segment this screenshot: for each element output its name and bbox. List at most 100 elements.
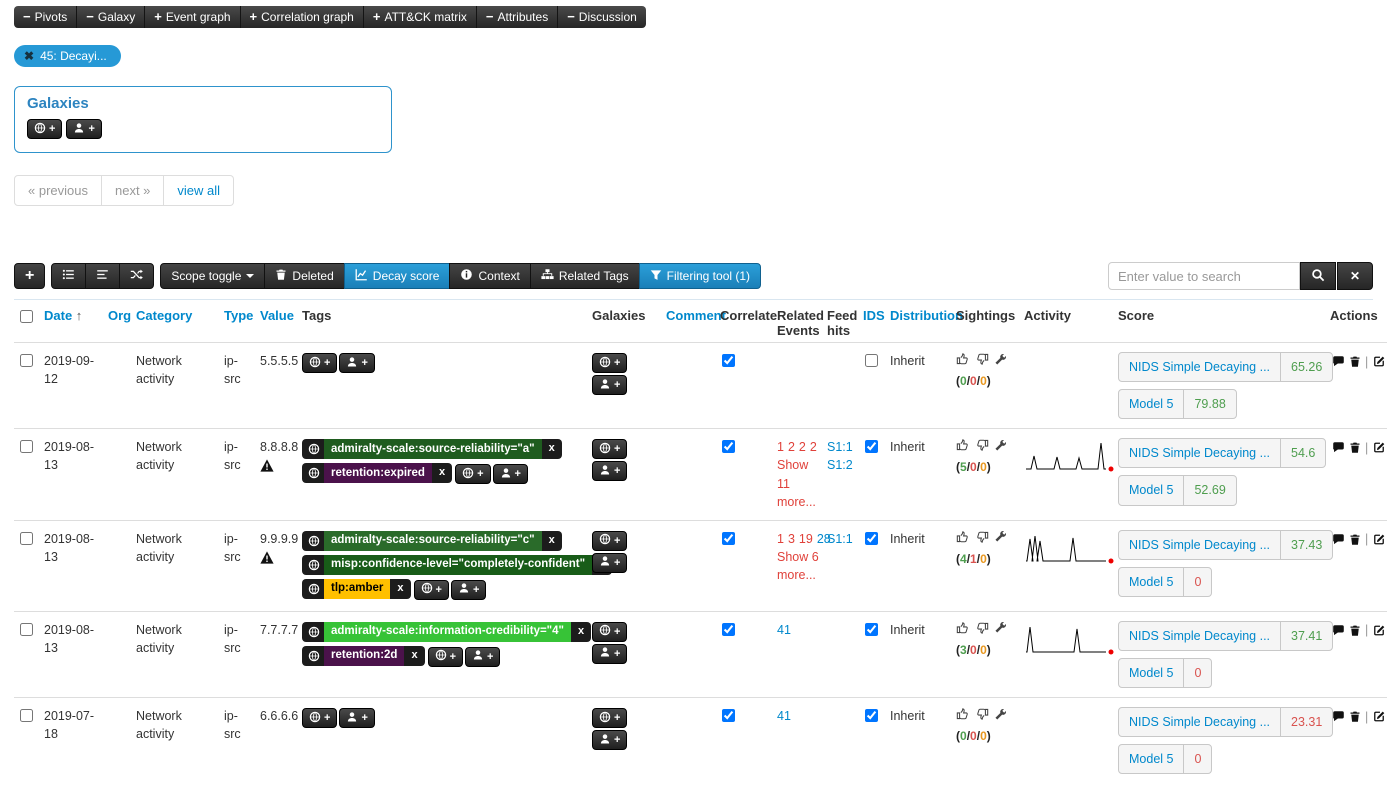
view-all-button[interactable]: view all [164, 175, 234, 206]
add-tag-button[interactable]: + [302, 353, 337, 373]
remove-tag-icon[interactable]: x [404, 648, 424, 664]
add-attribute-button[interactable]: + [14, 263, 45, 289]
add-tag-button[interactable]: + [428, 647, 463, 667]
nav-toggle-event-graph[interactable]: +Event graph [145, 6, 240, 28]
decay-score-button[interactable]: Decay score [344, 263, 451, 289]
related-event-link[interactable]: 41 [777, 709, 791, 723]
add-galaxy-button[interactable]: + [592, 353, 627, 373]
add-local-galaxy-button[interactable]: + [592, 644, 627, 664]
feed-hit-link[interactable]: S1:2 [827, 456, 855, 474]
correlate-checkbox[interactable] [722, 623, 735, 636]
attribute-tag[interactable]: admiralty-scale:source-reliability="a"x [302, 439, 562, 459]
column-header-category[interactable]: Category [132, 300, 220, 343]
remove-tag-icon[interactable]: x [571, 624, 591, 640]
related-tags-button[interactable]: Related Tags [530, 263, 640, 289]
show-more-link[interactable]: Show 11 more... [777, 456, 819, 510]
related-event-link[interactable]: 3 [788, 532, 795, 546]
decay-model-name[interactable]: NIDS Simple Decaying ... [1119, 622, 1281, 650]
advanced-sightings-icon[interactable] [994, 530, 1007, 543]
ids-checkbox[interactable] [865, 623, 878, 636]
related-event-link[interactable]: 2 [799, 440, 806, 454]
delete-sighting-icon[interactable] [1349, 710, 1361, 723]
remove-tag-icon[interactable]: x [542, 533, 562, 549]
add-false-positive-icon[interactable] [975, 707, 989, 721]
add-tag-button[interactable]: + [455, 464, 490, 484]
add-local-galaxy-button[interactable]: + [66, 119, 101, 139]
pivot-pill[interactable]: ✖ 45: Decayi... [14, 45, 121, 67]
ids-checkbox[interactable] [865, 440, 878, 453]
remove-tag-icon[interactable]: x [432, 465, 452, 481]
add-sighting-icon[interactable] [956, 621, 970, 635]
nav-toggle-galaxy[interactable]: −Galaxy [77, 6, 145, 28]
delete-sighting-icon[interactable] [1349, 624, 1361, 637]
add-false-positive-icon[interactable] [975, 352, 989, 366]
add-galaxy-button[interactable]: + [592, 708, 627, 728]
remove-tag-icon[interactable]: x [390, 581, 410, 597]
delete-sighting-icon[interactable] [1349, 355, 1361, 368]
attribute-tag[interactable]: retention:expiredx [302, 463, 452, 483]
related-event-link[interactable]: 2 [810, 440, 817, 454]
advanced-sightings-icon[interactable] [994, 708, 1007, 721]
show-more-link[interactable]: Show 6 more... [777, 548, 819, 584]
column-header-type[interactable]: Type [220, 300, 256, 343]
decay-model-name[interactable]: NIDS Simple Decaying ... [1119, 439, 1281, 467]
attribute-tag[interactable]: misp:confidence-level="completely-confid… [302, 555, 612, 575]
row-select-checkbox[interactable] [20, 440, 33, 453]
add-sighting-icon[interactable] [956, 352, 970, 366]
related-event-link[interactable]: 2 [788, 440, 795, 454]
decay-model-name[interactable]: NIDS Simple Decaying ... [1119, 708, 1281, 736]
nav-toggle-pivots[interactable]: −Pivots [14, 6, 77, 28]
row-select-checkbox[interactable] [20, 623, 33, 636]
attribute-tag[interactable]: admiralty-scale:information-credibility=… [302, 622, 591, 642]
advanced-sightings-icon[interactable] [994, 439, 1007, 452]
add-local-galaxy-button[interactable]: + [592, 375, 627, 395]
filtering-tool-button[interactable]: Filtering tool (1) [639, 263, 761, 289]
add-local-tag-button[interactable]: + [339, 708, 374, 728]
add-local-tag-button[interactable]: + [493, 464, 528, 484]
advanced-sightings-icon[interactable] [994, 621, 1007, 634]
decay-model-name[interactable]: Model 5 [1119, 390, 1184, 418]
scope-toggle-button[interactable]: Scope toggle [160, 263, 265, 289]
related-event-link[interactable]: 1 [777, 440, 784, 454]
correlate-checkbox[interactable] [722, 532, 735, 545]
related-event-link[interactable]: 1 [777, 532, 784, 546]
decay-model-name[interactable]: Model 5 [1119, 476, 1184, 504]
column-header-org[interactable]: Org [104, 300, 132, 343]
nav-toggle-discussion[interactable]: −Discussion [558, 6, 646, 28]
add-local-galaxy-button[interactable]: + [592, 730, 627, 750]
add-false-positive-icon[interactable] [975, 621, 989, 635]
add-tag-button[interactable]: + [414, 580, 449, 600]
correlate-checkbox[interactable] [722, 354, 735, 367]
column-header-value[interactable]: Value [256, 300, 298, 343]
add-galaxy-button[interactable]: + [592, 531, 627, 551]
decay-model-name[interactable]: Model 5 [1119, 659, 1184, 687]
add-local-galaxy-button[interactable]: + [592, 461, 627, 481]
search-input[interactable] [1108, 262, 1300, 290]
edit-icon[interactable] [1372, 624, 1386, 637]
column-header-distribution[interactable]: Distribution [886, 300, 952, 343]
delete-sighting-icon[interactable] [1349, 533, 1361, 546]
advanced-sightings-icon[interactable] [994, 353, 1007, 366]
related-event-link[interactable]: 19 [799, 532, 813, 546]
nav-toggle-attributes[interactable]: −Attributes [477, 6, 558, 28]
add-false-positive-icon[interactable] [975, 530, 989, 544]
nav-toggle-att-ck-matrix[interactable]: +ATT&CK matrix [364, 6, 477, 28]
edit-icon[interactable] [1372, 441, 1386, 454]
comment-icon[interactable] [1332, 441, 1345, 454]
decay-model-name[interactable]: Model 5 [1119, 568, 1184, 596]
add-sighting-icon[interactable] [956, 438, 970, 452]
edit-icon[interactable] [1372, 533, 1386, 546]
comment-icon[interactable] [1332, 355, 1345, 368]
decay-model-name[interactable]: Model 5 [1119, 745, 1184, 773]
row-select-checkbox[interactable] [20, 532, 33, 545]
add-tag-button[interactable]: + [302, 708, 337, 728]
comment-icon[interactable] [1332, 710, 1345, 723]
column-header-comment[interactable]: Comment [662, 300, 716, 343]
column-header-date[interactable]: Date ↑ [40, 300, 104, 343]
add-local-galaxy-button[interactable]: + [592, 553, 627, 573]
ids-checkbox[interactable] [865, 532, 878, 545]
related-event-link[interactable]: 41 [777, 623, 791, 637]
add-galaxy-button[interactable]: + [592, 622, 627, 642]
add-galaxy-button[interactable]: + [592, 439, 627, 459]
close-icon[interactable]: ✖ [24, 49, 34, 63]
